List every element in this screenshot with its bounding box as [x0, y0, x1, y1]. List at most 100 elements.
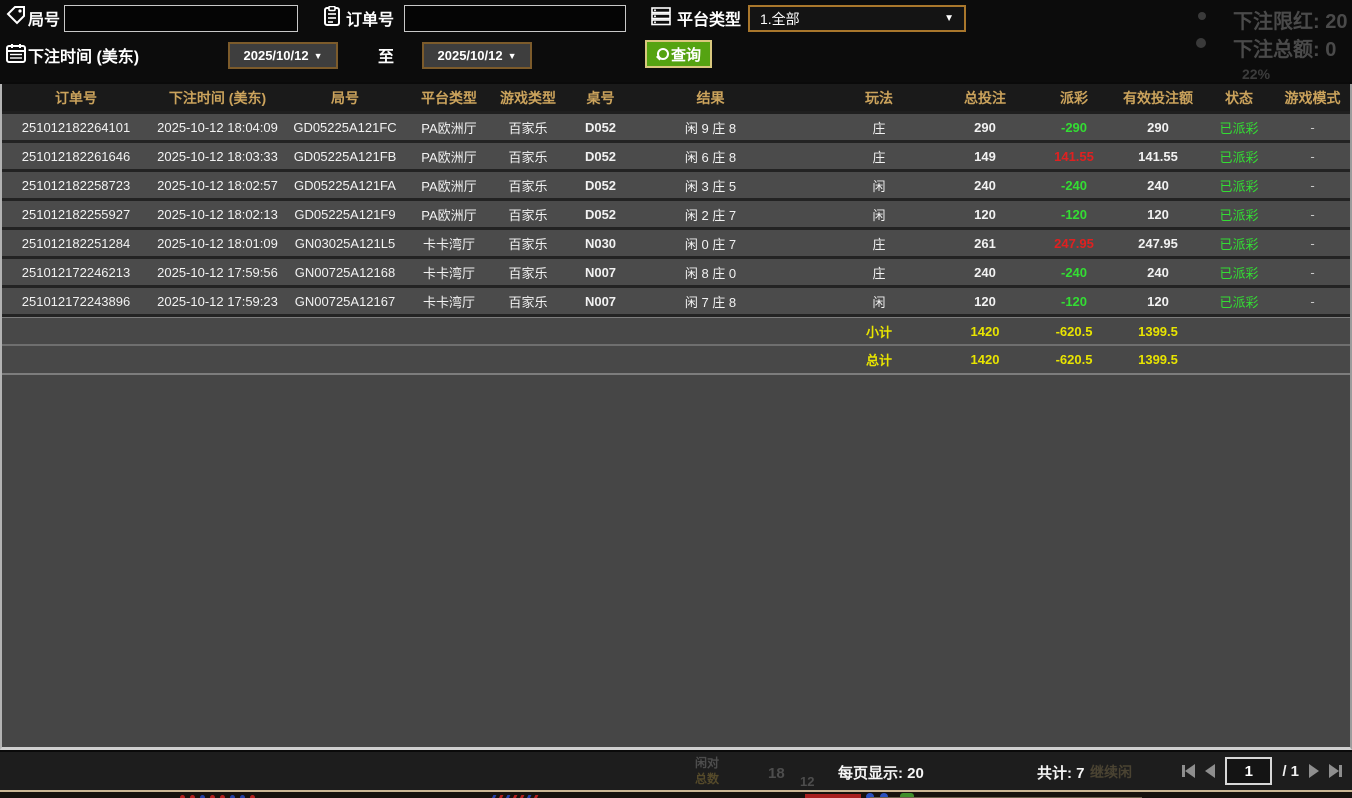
chevron-down-icon: ▼ [944, 13, 954, 24]
round-number-input[interactable] [64, 5, 298, 32]
cell-result: 闲 7 庄 8 [638, 292, 783, 311]
date-to-value: 2025/10/12 [438, 48, 503, 63]
cell-valid-bet: 240 [1113, 178, 1203, 193]
date-to-picker[interactable]: 2025/10/12 ▼ [422, 42, 532, 69]
query-button[interactable]: 查询 [645, 40, 712, 68]
cell-table-number: D052 [563, 178, 638, 193]
cell-platform: PA欧洲厅 [405, 147, 493, 166]
cell-game-type: 百家乐 [493, 176, 563, 195]
header-cell: 局号 [285, 88, 405, 108]
order-number-label: 订单号 [346, 6, 394, 30]
cell-game-mode: - [1275, 178, 1350, 193]
table-row[interactable]: 251012182264101 2025-10-12 18:04:09 GD05… [2, 114, 1350, 143]
bg-count-label: 总数 [695, 770, 719, 787]
platform-type-select[interactable]: 1.全部 ▼ [748, 5, 966, 32]
cell-status: 已派彩 [1203, 205, 1275, 224]
cell-table-number: D052 [563, 207, 638, 222]
cell-result: 闲 0 庄 7 [638, 234, 783, 253]
header-cell: 桌号 [563, 88, 638, 108]
subtotal-bet: 1420 [935, 324, 1035, 339]
header-cell: 游戏类型 [493, 88, 563, 108]
total-bet: 1420 [935, 352, 1035, 367]
total-row: 总计 1420 -620.5 1399.5 [2, 346, 1350, 375]
table-empty-area [2, 375, 1350, 747]
total-payout: -620.5 [1035, 352, 1113, 367]
cell-result: 闲 6 庄 8 [638, 147, 783, 166]
next-page-button[interactable] [1309, 764, 1319, 778]
header-cell: 订单号 [2, 88, 150, 108]
to-label: 至 [378, 43, 394, 67]
total-valid: 1399.5 [1113, 352, 1203, 367]
cell-payout: -240 [1035, 178, 1113, 193]
cell-game-mode: - [1275, 207, 1350, 222]
cell-round-number: GD05225A121F9 [285, 207, 405, 222]
cell-play-type: 闲 [823, 292, 935, 311]
header-cell: 有效投注额 [1113, 88, 1203, 108]
cell-payout: -120 [1035, 207, 1113, 222]
header-cell: 游戏模式 [1275, 88, 1350, 108]
cell-total-bet: 120 [935, 294, 1035, 309]
cell-game-type: 百家乐 [493, 234, 563, 253]
cell-valid-bet: 141.55 [1113, 149, 1203, 164]
cell-bet-time: 2025-10-12 18:04:09 [150, 120, 285, 135]
bg-bet-limit-text: 下注限红: 20 - 50,0 [1233, 5, 1352, 34]
cell-play-type: 庄 [823, 263, 935, 282]
prev-page-button[interactable] [1205, 764, 1215, 778]
cell-status: 已派彩 [1203, 176, 1275, 195]
cell-play-type: 庄 [823, 147, 935, 166]
cell-round-number: GD05225A121FA [285, 178, 405, 193]
cell-status: 已派彩 [1203, 118, 1275, 137]
cell-play-type: 闲 [823, 205, 935, 224]
table-row[interactable]: 251012172243896 2025-10-12 17:59:23 GN00… [2, 288, 1350, 317]
header-cell: 状态 [1203, 88, 1275, 108]
cell-valid-bet: 120 [1113, 207, 1203, 222]
table-row[interactable]: 251012182251284 2025-10-12 18:01:09 GN03… [2, 230, 1350, 259]
bg-dot [1198, 12, 1206, 20]
cell-round-number: GD05225A121FB [285, 149, 405, 164]
table-row[interactable]: 251012182255927 2025-10-12 18:02:13 GD05… [2, 201, 1350, 230]
clipboard-icon [322, 6, 342, 26]
date-from-value: 2025/10/12 [244, 48, 309, 63]
query-form: 局号 订单号 平台类型 1.全部 ▼ 下注时间 (美东) 2025/10/12 … [0, 0, 1352, 82]
total-pages-text: / 1 [1282, 763, 1299, 780]
cell-game-mode: - [1275, 265, 1350, 280]
cell-game-mode: - [1275, 149, 1350, 164]
cell-bet-time: 2025-10-12 18:01:09 [150, 236, 285, 251]
bet-time-label: 下注时间 (美东) [28, 43, 139, 67]
cell-order-number: 251012182258723 [2, 178, 150, 193]
total-count-text: 共计: 7 [1037, 762, 1085, 783]
bg-count-a: 18 [768, 765, 785, 782]
table-row[interactable]: 251012182261646 2025-10-12 18:03:33 GD05… [2, 143, 1350, 172]
cell-order-number: 251012182251284 [2, 236, 150, 251]
background-game-strip [0, 790, 1352, 798]
cell-valid-bet: 120 [1113, 294, 1203, 309]
cell-game-mode: - [1275, 236, 1350, 251]
table-row[interactable]: 251012172246213 2025-10-12 17:59:56 GN00… [2, 259, 1350, 288]
cell-valid-bet: 247.95 [1113, 236, 1203, 251]
order-number-input[interactable] [404, 5, 626, 32]
cell-platform: PA欧洲厅 [405, 205, 493, 224]
page-number-input[interactable] [1225, 757, 1272, 785]
first-page-button[interactable] [1182, 764, 1195, 778]
cell-round-number: GN00725A12167 [285, 294, 405, 309]
bg-dot [1196, 38, 1206, 48]
cell-status: 已派彩 [1203, 234, 1275, 253]
table-row[interactable]: 251012182258723 2025-10-12 18:02:57 GD05… [2, 172, 1350, 201]
cell-table-number: N007 [563, 265, 638, 280]
bg-percent-text: 22% [1242, 66, 1270, 82]
cell-platform: 卡卡湾厅 [405, 292, 493, 311]
cell-game-type: 百家乐 [493, 205, 563, 224]
cell-game-type: 百家乐 [493, 147, 563, 166]
cell-bet-time: 2025-10-12 18:03:33 [150, 149, 285, 164]
cell-valid-bet: 290 [1113, 120, 1203, 135]
page-size-text: 每页显示: 20 [838, 762, 924, 783]
header-cell: 下注时间 (美东) [150, 88, 285, 108]
header-cell: 总投注 [935, 88, 1035, 108]
cell-play-type: 闲 [823, 176, 935, 195]
date-from-picker[interactable]: 2025/10/12 ▼ [228, 42, 338, 69]
cell-table-number: N030 [563, 236, 638, 251]
last-page-button[interactable] [1329, 764, 1342, 778]
cell-payout: -290 [1035, 120, 1113, 135]
cell-round-number: GD05225A121FC [285, 120, 405, 135]
cell-play-type: 庄 [823, 118, 935, 137]
